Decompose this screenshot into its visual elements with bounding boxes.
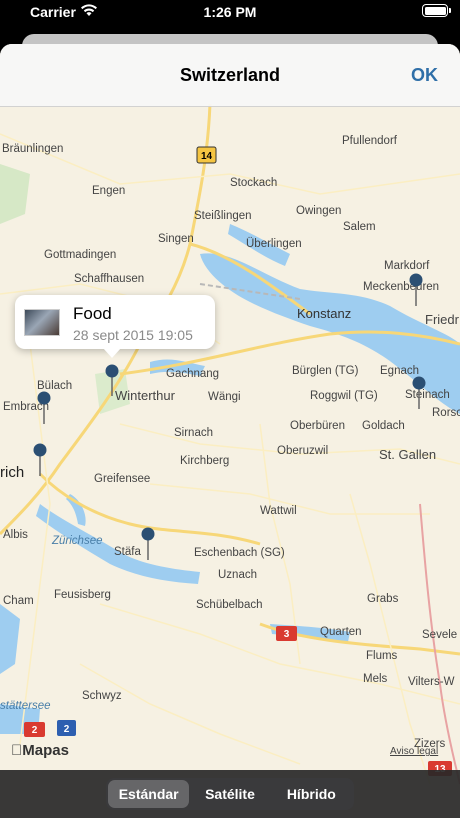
map-label-egnach: Egnach xyxy=(380,365,419,377)
map-label-wattwil: Wattwil xyxy=(260,505,297,517)
map-label-sirnach: Sirnach xyxy=(174,427,213,439)
road-shield-3: 3 xyxy=(284,629,290,640)
map-label-greifensee: Greifensee xyxy=(94,473,150,485)
map-label-oberburen: Oberbüren xyxy=(290,420,345,432)
map-label-mels: Mels xyxy=(363,673,388,685)
map-label-grabs: Grabs xyxy=(367,593,399,605)
map-label-goldach: Goldach xyxy=(362,420,405,432)
photo-thumbnail xyxy=(24,309,60,336)
map-label-konstanz: Konstanz xyxy=(297,306,351,321)
map-label-stattersee: stättersee xyxy=(0,700,51,712)
segment-standard[interactable]: Estándar xyxy=(108,780,190,808)
map-type-segmented-control[interactable]: Estándar Satélite Híbrido xyxy=(106,778,354,810)
maps-logo: Mapas xyxy=(11,742,69,759)
page-title: Switzerland xyxy=(179,65,281,85)
map-sheet: Bräunlingen Pfullendorf Stockach Engen S… xyxy=(0,44,460,818)
map-label-roggwil: Roggwil (TG) xyxy=(310,390,378,402)
map-label-pfullendorf: Pfullendorf xyxy=(342,135,398,147)
map-label-singen: Singen xyxy=(158,233,194,245)
map-label-sevele: Sevele xyxy=(422,629,457,641)
map-label-friedr: Friedr xyxy=(425,312,460,327)
map-label-vilters: Vilters-W xyxy=(408,676,455,688)
map-label-burglen: Bürglen (TG) xyxy=(292,365,359,377)
map-label-gachnang: Gachnang xyxy=(166,368,219,380)
road-shield-2-blue: 2 xyxy=(64,724,70,735)
map-label-zurichsee: Zürichsee xyxy=(51,535,103,547)
map-label-uznach: Uznach xyxy=(218,569,257,581)
map-label-schaffhausen: Schaffhausen xyxy=(74,273,144,285)
map-label-winterthur: Winterthur xyxy=(115,388,176,403)
apple-icon:  xyxy=(11,742,22,759)
map-label-stafa: Stäfa xyxy=(114,546,141,558)
map-view[interactable]: Bräunlingen Pfullendorf Stockach Engen S… xyxy=(0,44,460,818)
status-bar: Carrier 1:26 PM xyxy=(0,0,460,24)
ok-button[interactable]: OK xyxy=(411,65,438,86)
callout-subtitle: 28 sept 2015 19:05 xyxy=(73,327,193,343)
clock: 1:26 PM xyxy=(203,4,257,20)
map-label-markdorf: Markdorf xyxy=(384,260,430,272)
map-label-cham: Cham xyxy=(3,595,34,607)
map-label-stockach: Stockach xyxy=(230,177,277,189)
map-label-bulach: Bülach xyxy=(37,380,72,392)
bottom-toolbar: Estándar Satélite Híbrido xyxy=(0,770,460,818)
map-label-st-gallen: St. Gallen xyxy=(379,447,436,462)
map-label-flums: Flums xyxy=(366,650,398,662)
segment-hybrid[interactable]: Híbrido xyxy=(271,780,352,808)
map-label-salem: Salem xyxy=(343,221,376,233)
map-label-meckenbeuren: Meckenbeuren xyxy=(363,281,439,293)
legal-link[interactable]: Aviso legal xyxy=(390,746,438,757)
map-label-steinach: Steinach xyxy=(405,389,450,401)
navigation-bar: Switzerland OK xyxy=(0,44,460,107)
map-label-quarten: Quarten xyxy=(320,626,362,638)
map-label-owingen: Owingen xyxy=(296,205,341,217)
battery-icon xyxy=(422,4,451,17)
segment-satellite[interactable]: Satélite xyxy=(189,780,270,808)
map-label-steisslingen: Steißlingen xyxy=(194,210,252,222)
map-label-rorsc: Rorsc xyxy=(432,407,460,419)
map-label-feusisberg: Feusisberg xyxy=(54,589,111,601)
map-label-zurich: rich xyxy=(0,464,24,481)
map-label-oberuzwil: Oberuzwil xyxy=(277,445,328,457)
callout-title: Food xyxy=(73,304,112,323)
road-shield-2-red: 2 xyxy=(32,725,38,736)
annotation-callout[interactable]: Food 28 sept 2015 19:05 xyxy=(15,295,215,358)
map-label-braunlingen: Bräunlingen xyxy=(2,143,63,155)
map-label-kirchberg: Kirchberg xyxy=(180,455,229,467)
map-label-eschenbach: Eschenbach (SG) xyxy=(194,547,285,559)
map-label-wangi: Wängi xyxy=(208,391,241,403)
map-label-schwyz: Schwyz xyxy=(82,690,122,702)
map-label-schubelbach: Schübelbach xyxy=(196,599,263,611)
map-label-engen: Engen xyxy=(92,185,125,197)
map-label-gottmadingen: Gottmadingen xyxy=(44,249,116,261)
map-label-albis: Albis xyxy=(3,529,28,541)
road-shield-14: 14 xyxy=(201,151,213,162)
map-label-uberlingen: Überlingen xyxy=(246,238,302,250)
